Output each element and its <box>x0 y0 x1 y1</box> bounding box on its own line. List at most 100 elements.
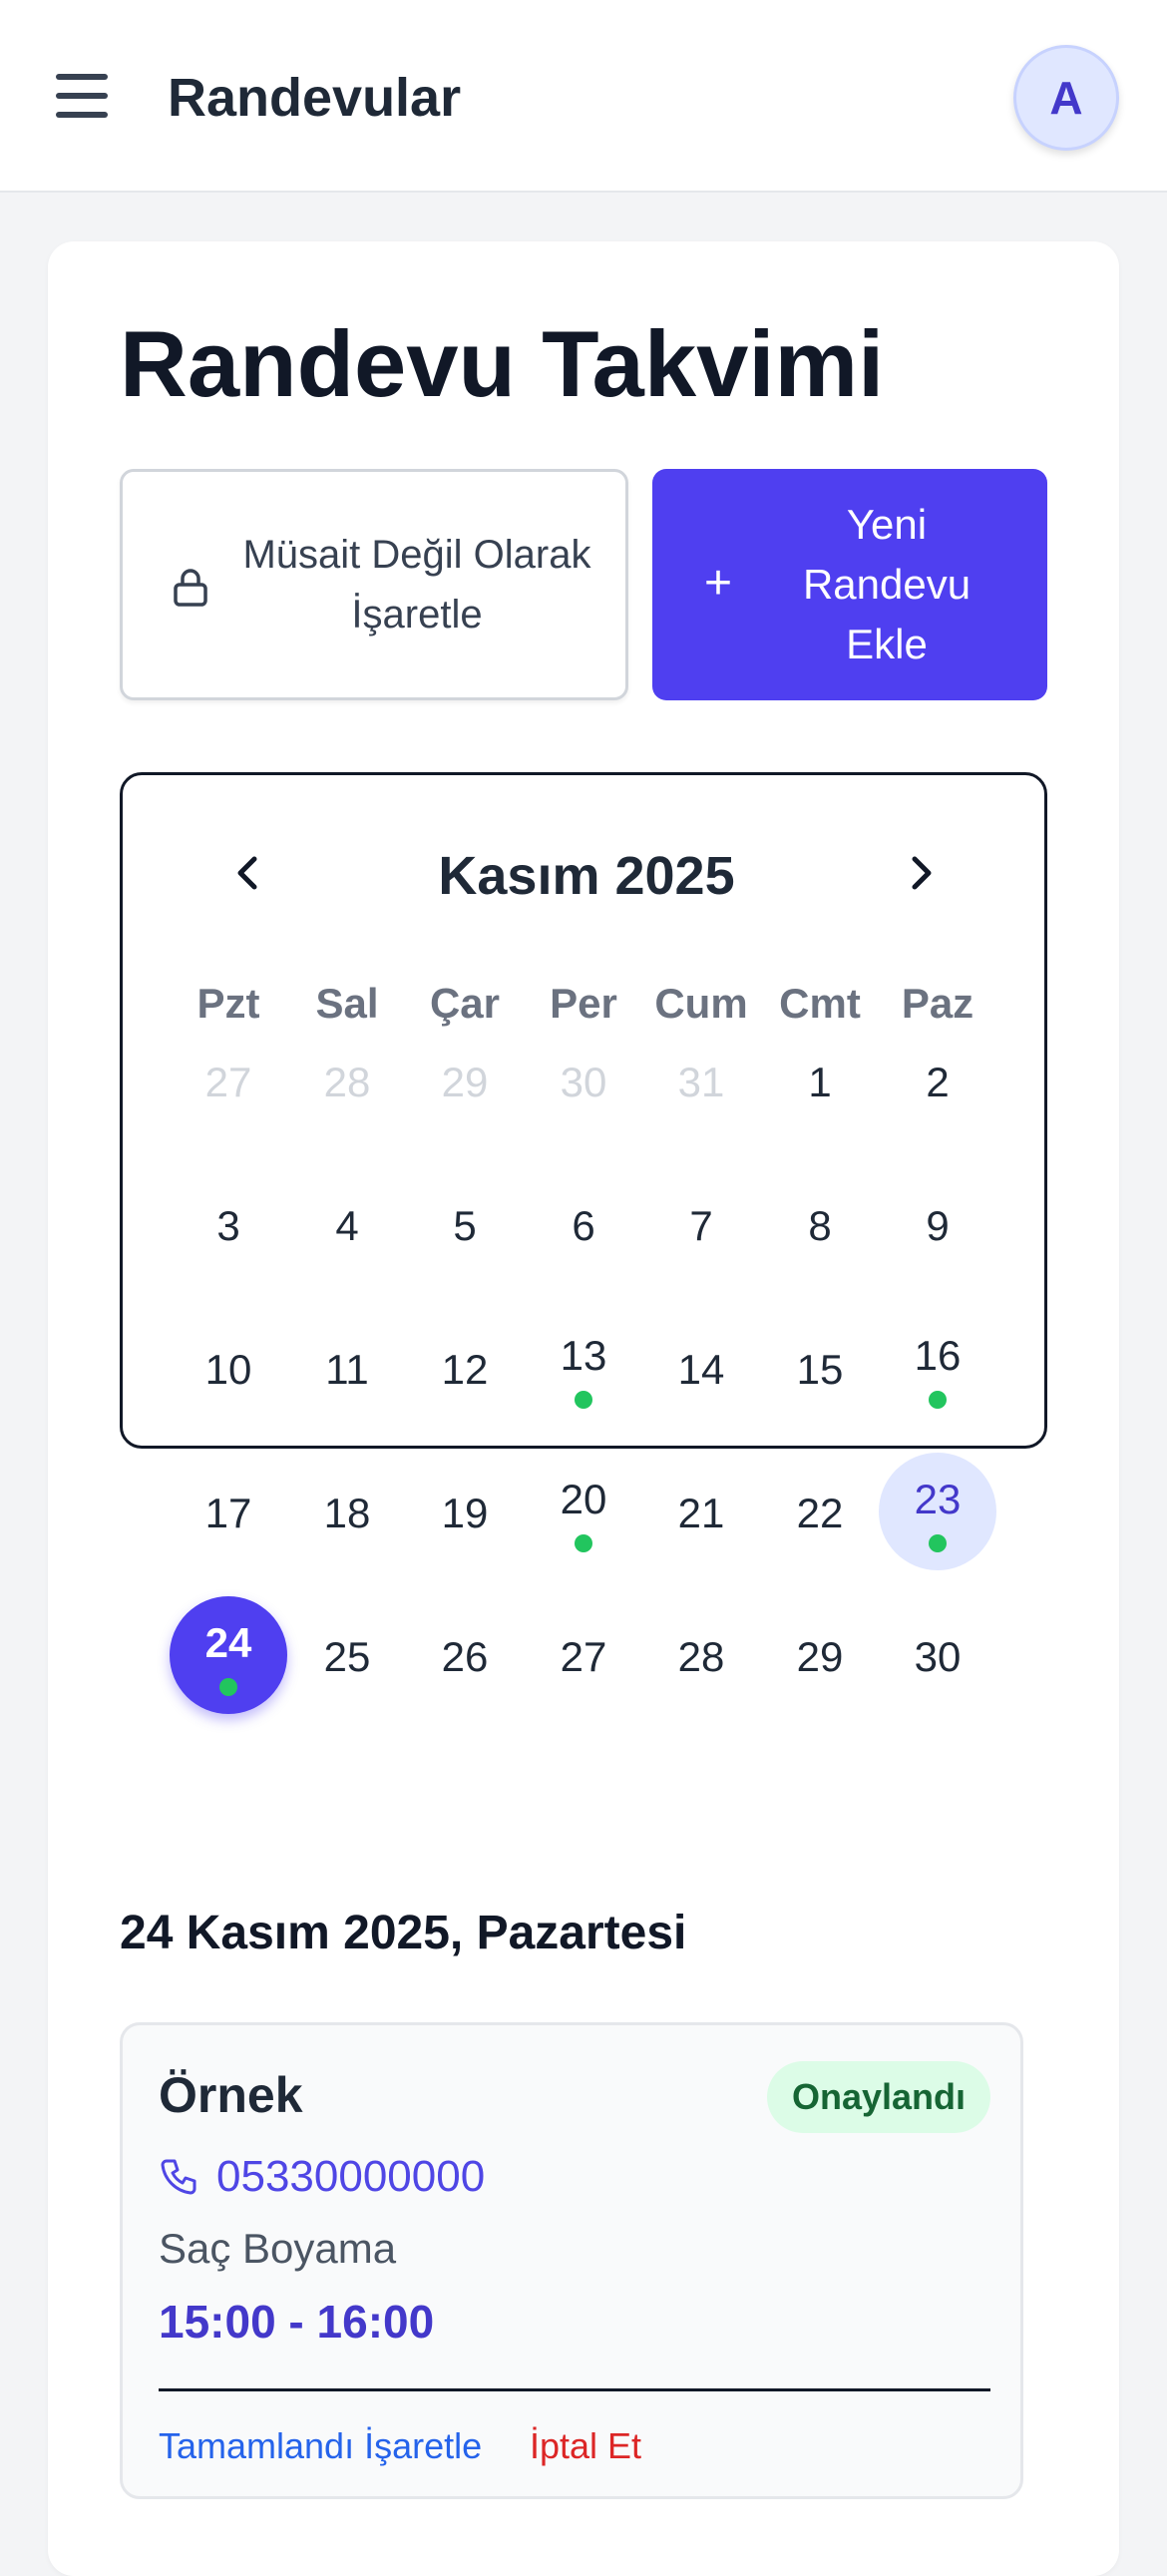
calendar-day-number: 10 <box>204 1346 252 1393</box>
calendar-day[interactable]: 4 <box>288 1165 406 1283</box>
calendar-day-number: 6 <box>572 1202 595 1249</box>
calendar-day[interactable]: 3 <box>170 1165 287 1283</box>
calendar-day-number: 11 <box>325 1346 369 1393</box>
calendar-day-number: 30 <box>914 1633 962 1680</box>
phone-number: 05330000000 <box>216 2152 486 2201</box>
client-name: Örnek <box>159 2067 303 2123</box>
calendar-day[interactable]: 31 <box>642 1022 760 1139</box>
calendar-day-number: 17 <box>204 1490 252 1536</box>
calendar-day[interactable]: 21 <box>642 1453 760 1570</box>
calendar-day-number: 28 <box>323 1059 371 1105</box>
appointment-dot-indicator <box>929 1534 947 1552</box>
calendar-day-number: 26 <box>441 1633 489 1680</box>
calendar-day-number: 23 <box>914 1476 962 1522</box>
calendar-day-number: 18 <box>323 1490 371 1536</box>
calendar-day-number: 3 <box>216 1202 240 1249</box>
calendar-day[interactable]: 26 <box>406 1596 524 1714</box>
calendar-day[interactable]: 25 <box>288 1596 406 1714</box>
service-name: Saç Boyama <box>159 2225 397 2272</box>
phone-link[interactable]: 05330000000 <box>159 2147 485 2207</box>
calendar-day[interactable]: 27 <box>525 1596 642 1714</box>
new-appointment-label: Yeni Randevu Ekle <box>802 501 972 667</box>
calendar-day[interactable]: 17 <box>170 1453 287 1570</box>
calendar-day-number: 30 <box>560 1059 607 1105</box>
new-appointment-button[interactable]: + Yeni Randevu Ekle <box>652 469 1047 700</box>
phone-icon <box>161 2159 196 2195</box>
calendar-day[interactable]: 6 <box>525 1165 642 1283</box>
calendar-day-number: 7 <box>689 1202 713 1249</box>
calendar-day-number: 12 <box>441 1346 489 1393</box>
appointment-dot-indicator <box>219 1678 237 1696</box>
calendar-day-number: 29 <box>441 1059 489 1105</box>
calendar-day[interactable]: 30 <box>879 1596 996 1714</box>
month-title: Kasım 2025 <box>438 846 735 906</box>
calendar-day[interactable]: 19 <box>406 1453 524 1570</box>
top-app-bar: Randevular A <box>0 0 1167 193</box>
calendar-day[interactable]: 28 <box>642 1596 760 1714</box>
mark-unavailable-label: Müsait Değil Olarak İşaretle <box>242 533 591 637</box>
calendar-day-number: 19 <box>441 1490 489 1536</box>
appointment-card[interactable]: Örnek Onaylandı 05330000000 Saç Boyama 1… <box>120 2022 1023 2499</box>
calendar-day-number: 27 <box>204 1059 252 1105</box>
selected-date-heading: 24 Kasım 2025, Pazartesi <box>120 1907 687 1959</box>
avatar[interactable]: A <box>1013 45 1119 151</box>
hamburger-menu-icon[interactable] <box>50 66 118 126</box>
calendar-day[interactable]: 28 <box>288 1022 406 1139</box>
calendar-day[interactable]: 10 <box>170 1309 287 1427</box>
calendar-day-number: 28 <box>677 1633 725 1680</box>
calendar-day-number: 27 <box>560 1633 607 1680</box>
calendar-day-selected[interactable]: 24 <box>170 1596 287 1714</box>
calendar-day-number: 21 <box>677 1490 725 1536</box>
calendar-day[interactable]: 13 <box>525 1309 642 1427</box>
app-title: Randevular <box>168 68 462 128</box>
calendar-day[interactable]: 5 <box>406 1165 524 1283</box>
calendar-day[interactable]: 8 <box>761 1165 879 1283</box>
calendar-day-number: 13 <box>560 1332 607 1379</box>
month-calendar: Kasım 2025 Pzt Sal Çar Per Cum Cmt Paz 27 28 29 3… <box>120 772 1047 1714</box>
calendar-day[interactable]: 30 <box>525 1022 642 1139</box>
calendar-day[interactable]: 1 <box>761 1022 879 1139</box>
lock-icon <box>174 569 207 607</box>
calendar-day[interactable]: 12 <box>406 1309 524 1427</box>
calendar-day-number: 9 <box>926 1202 950 1249</box>
calendar-day-number: 31 <box>677 1059 725 1105</box>
calendar-day[interactable]: 7 <box>642 1165 760 1283</box>
calendar-day-number: 1 <box>808 1059 832 1105</box>
status-badge: Onaylandı <box>767 2061 990 2133</box>
appointment-dot-indicator <box>929 1391 947 1409</box>
calendar-day-number: 24 <box>204 1619 252 1666</box>
calendar-day[interactable]: 23 <box>879 1453 996 1570</box>
mark-unavailable-button[interactable]: Müsait Değil Olarak İşaretle <box>120 469 628 700</box>
chevron-left-icon[interactable] <box>218 843 278 903</box>
calendar-day[interactable]: 20 <box>525 1453 642 1570</box>
calendar-day-number: 29 <box>796 1633 844 1680</box>
calendar-day-number: 16 <box>914 1332 962 1379</box>
page-title: Randevu Takvimi <box>120 311 885 416</box>
calendar-day[interactable]: 16 <box>879 1309 996 1427</box>
calendar-day-number: 8 <box>808 1202 832 1249</box>
calendar-day[interactable]: 2 <box>879 1022 996 1139</box>
cancel-appointment-link[interactable]: İptal Et <box>530 2424 641 2468</box>
chevron-right-icon[interactable] <box>891 843 951 903</box>
calendar-card: Randevu Takvimi Müsait Değil Olarak İşar… <box>48 241 1119 2576</box>
calendar-day[interactable]: 9 <box>879 1165 996 1283</box>
calendar-day-number: 4 <box>335 1202 359 1249</box>
calendar-day-number: 14 <box>677 1346 725 1393</box>
calendar-day-number: 25 <box>323 1633 371 1680</box>
calendar-day[interactable]: 29 <box>406 1022 524 1139</box>
calendar-day[interactable]: 14 <box>642 1309 760 1427</box>
calendar-day[interactable]: 22 <box>761 1453 879 1570</box>
calendar-day-number: 20 <box>560 1476 607 1522</box>
calendar-day[interactable]: 27 <box>170 1022 287 1139</box>
plus-icon: + <box>704 557 733 610</box>
calendar-day-number: 2 <box>926 1059 950 1105</box>
calendar-day[interactable]: 29 <box>761 1596 879 1714</box>
appointment-dot-indicator <box>575 1391 592 1409</box>
calendar-day[interactable]: 11 <box>288 1309 406 1427</box>
mark-complete-link[interactable]: Tamamlandı İşaretle <box>159 2424 482 2468</box>
appointment-dot-indicator <box>575 1534 592 1552</box>
divider <box>159 2388 990 2391</box>
calendar-day[interactable]: 18 <box>288 1453 406 1570</box>
appointment-time: 15:00 - 16:00 <box>159 2296 435 2348</box>
calendar-day[interactable]: 15 <box>761 1309 879 1427</box>
